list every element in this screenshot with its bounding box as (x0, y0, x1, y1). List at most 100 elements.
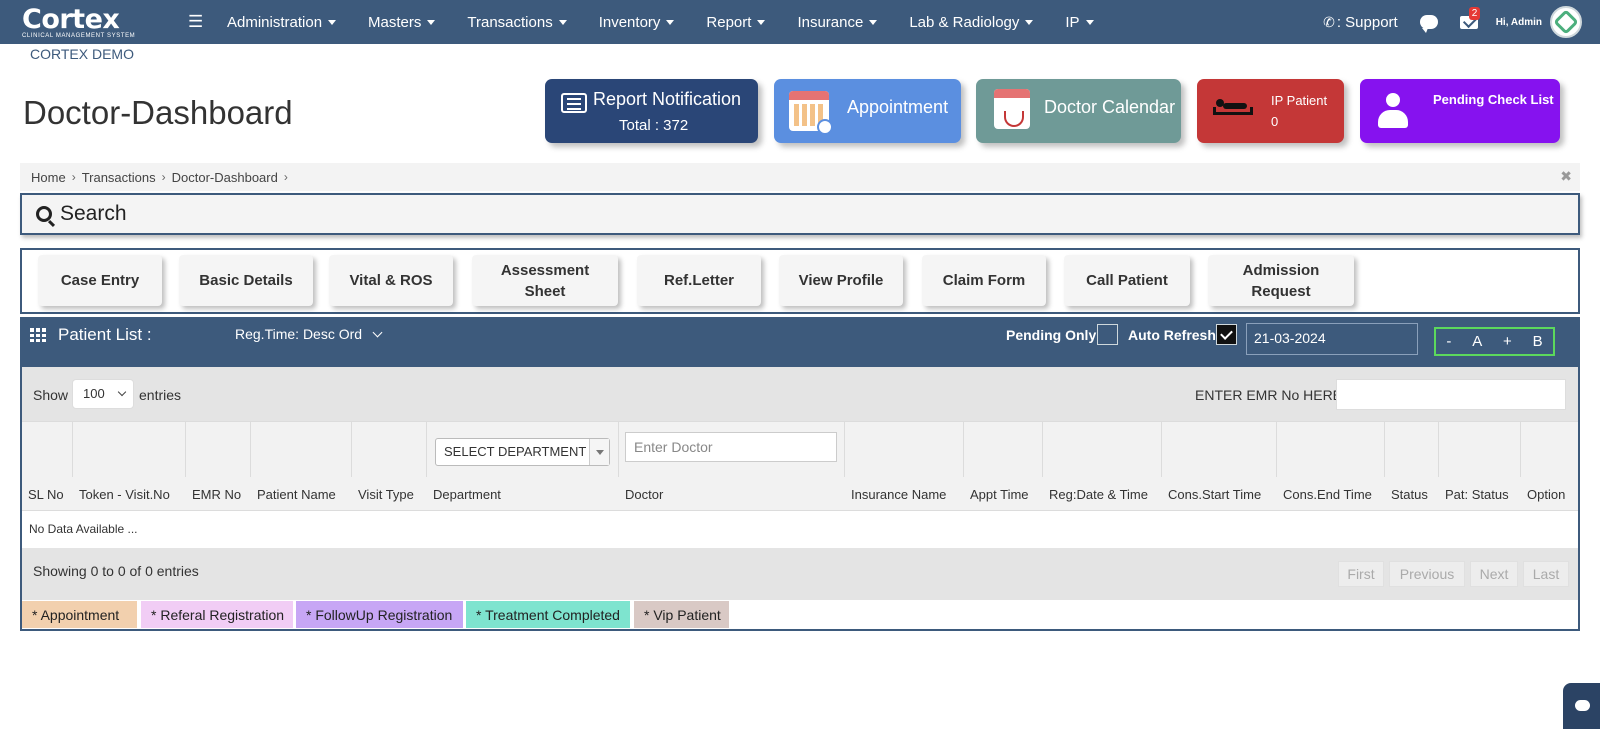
support-label: : Support (1336, 13, 1398, 31)
breadcrumb-home[interactable]: Home (31, 170, 66, 185)
col-patient-name[interactable]: Patient Name (257, 487, 336, 502)
col-token-visit-no[interactable]: Token - Visit.No (79, 487, 170, 502)
col-emr-no[interactable]: EMR No (192, 487, 241, 502)
menu-report[interactable]: Report (706, 14, 766, 31)
pending-check-list-card[interactable]: Pending Check List (1360, 79, 1560, 143)
table-header-row: SL No Token - Visit.No EMR No Patient Na… (22, 477, 1578, 511)
last-page-button[interactable]: Last (1523, 561, 1569, 587)
doctor-calendar-card[interactable]: Doctor Calendar (976, 79, 1181, 143)
font-size-controls: - A + B (1434, 327, 1555, 356)
menu-lab-radiology[interactable]: Lab & Radiology (909, 14, 1034, 31)
menu-inventory[interactable]: Inventory (599, 14, 675, 31)
user-greeting[interactable]: Hi, Admin (1496, 17, 1542, 28)
col-option[interactable]: Option (1527, 487, 1565, 502)
claim-form-button[interactable]: Claim Form (922, 255, 1046, 306)
mail-button[interactable]: 2 (1459, 6, 1481, 29)
organization-name: CORTEX DEMO (30, 46, 134, 62)
col-pat-status[interactable]: Pat: Status (1445, 487, 1509, 502)
menu-masters[interactable]: Masters (368, 13, 436, 31)
doctor-filter-input[interactable]: Enter Doctor (625, 432, 837, 462)
live-chat-button[interactable] (1563, 683, 1600, 729)
patient-list-title: Patient List : (58, 325, 152, 344)
view-profile-button[interactable]: View Profile (779, 255, 903, 306)
date-field[interactable]: 21-03-2024 (1246, 323, 1418, 355)
ip-patient-card[interactable]: IP Patient 0 (1197, 79, 1344, 143)
card-title: Pending Check List (1433, 92, 1554, 107)
col-sl-no[interactable]: SL No (28, 487, 64, 502)
caret-down-icon (757, 19, 766, 25)
support-link[interactable]: ✆: Support (1323, 14, 1398, 31)
case-entry-button[interactable]: Case Entry (38, 255, 162, 306)
entries-value: 100 (83, 386, 105, 401)
col-insurance-name[interactable]: Insurance Name (851, 487, 946, 502)
breadcrumb-separator-icon: › (283, 170, 288, 184)
close-icon[interactable]: ✖ (1560, 168, 1572, 185)
sort-order-value: Reg.Time: Desc Ord (235, 326, 363, 342)
basic-details-button[interactable]: Basic Details (179, 255, 313, 306)
color-legend: * Appointment * Referal Registration * F… (20, 600, 1580, 631)
menu-label: Masters (368, 13, 422, 31)
auto-refresh-label: Auto Refresh (1128, 327, 1216, 343)
admission-request-button[interactable]: Admission Request (1208, 255, 1354, 306)
menu-transactions[interactable]: Transactions (467, 14, 567, 31)
menu-administration[interactable]: Administration (227, 14, 337, 31)
menu-label: Inventory (598, 13, 661, 31)
previous-page-button[interactable]: Previous (1389, 561, 1465, 587)
chat-icon[interactable] (1419, 15, 1438, 33)
mail-count-badge: 2 (1468, 6, 1481, 20)
col-appt-time[interactable]: Appt Time (970, 487, 1029, 502)
font-decrease-button[interactable]: - (1446, 333, 1451, 350)
cortex-logo[interactable]: Cortex CLINICAL MANAGEMENT SYSTEM (22, 6, 147, 42)
appointment-card[interactable]: Appointment (774, 79, 961, 143)
call-patient-button[interactable]: Call Patient (1064, 255, 1190, 306)
col-cons-start-time[interactable]: Cons.Start Time (1168, 487, 1261, 502)
patient-list-header: Patient List : Reg.Time: Desc Ord Pendin… (20, 317, 1580, 367)
report-total: Total : 372 (619, 117, 689, 134)
report-notification-card[interactable]: Report Notification Total : 372 (545, 79, 758, 143)
pending-only-checkbox[interactable] (1097, 324, 1118, 345)
col-cons-end-time[interactable]: Cons.End Time (1283, 487, 1372, 502)
first-page-button[interactable]: First (1338, 561, 1384, 587)
caret-down-icon (666, 19, 675, 25)
user-avatar[interactable] (1550, 6, 1582, 38)
breadcrumb-transactions[interactable]: Transactions (82, 170, 156, 185)
caret-down-icon (427, 19, 436, 25)
auto-refresh-checkbox[interactable] (1216, 324, 1237, 345)
table-footer: Showing 0 to 0 of 0 entries First Previo… (22, 548, 1578, 600)
breadcrumb-current[interactable]: Doctor-Dashboard (172, 170, 278, 185)
next-page-button[interactable]: Next (1470, 561, 1518, 587)
col-doctor[interactable]: Doctor (625, 487, 663, 502)
font-bold-button[interactable]: B (1533, 333, 1543, 350)
menu-insurance[interactable]: Insurance (797, 14, 878, 31)
emr-input[interactable] (1336, 379, 1566, 410)
col-department[interactable]: Department (433, 487, 501, 502)
show-label: Show (33, 387, 69, 403)
search-panel-toggle[interactable]: Search (20, 193, 1580, 235)
calendar-clock-icon (789, 91, 833, 135)
sort-order-select[interactable]: Reg.Time: Desc Ord (235, 326, 383, 342)
caret-down-icon (1025, 19, 1034, 25)
page-title: Doctor-Dashboard (23, 94, 293, 131)
hamburger-menu-icon[interactable]: ☰ (188, 12, 203, 32)
assessment-sheet-button[interactable]: Assessment Sheet (472, 255, 618, 306)
logo-text: Cortex (22, 4, 120, 35)
ref-letter-button[interactable]: Ref.Letter (637, 255, 761, 306)
font-increase-button[interactable]: + (1503, 333, 1512, 350)
menu-ip[interactable]: IP (1065, 14, 1094, 31)
chevron-down-icon (117, 387, 127, 397)
emr-label: ENTER EMR No HERE: (1195, 387, 1346, 403)
vital-ros-button[interactable]: Vital & ROS (329, 255, 453, 306)
avatar-logo-icon (1553, 9, 1579, 35)
entries-info: Showing 0 to 0 of 0 entries (33, 563, 199, 579)
legend-appointment: * Appointment (22, 601, 137, 628)
col-status[interactable]: Status (1391, 487, 1428, 502)
search-icon (36, 206, 52, 222)
department-select[interactable]: SELECT DEPARTMENT (435, 438, 610, 466)
patient-table: Show 100 entries ENTER EMR No HERE: SELE… (20, 367, 1580, 600)
calendar-stethoscope-icon (994, 89, 1030, 129)
font-reset-button[interactable]: A (1472, 333, 1482, 350)
legend-treatment-completed: * Treatment Completed (466, 601, 630, 628)
col-visit-type[interactable]: Visit Type (358, 487, 414, 502)
col-reg-date-time[interactable]: Reg:Date & Time (1049, 487, 1148, 502)
entries-select[interactable]: 100 (72, 379, 134, 409)
